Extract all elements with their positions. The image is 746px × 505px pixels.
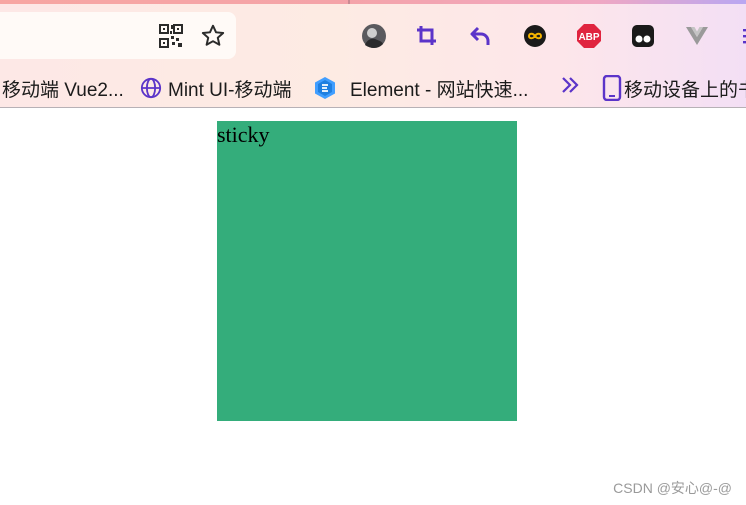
undo-arrow-icon[interactable] bbox=[466, 21, 496, 51]
vue-devtools-icon[interactable] bbox=[682, 21, 712, 51]
bookmark-label: Mint UI-移动端 bbox=[168, 79, 292, 101]
tab-strip bbox=[0, 0, 746, 4]
sticky-box: sticky bbox=[217, 121, 517, 421]
bookmark-element[interactable]: Element - 网站快速... bbox=[314, 70, 528, 106]
bookmark-star-icon[interactable] bbox=[198, 21, 228, 51]
avatar[interactable] bbox=[359, 21, 389, 51]
bookmark-label: 移动设备上的书 bbox=[624, 79, 746, 101]
crop-icon[interactable] bbox=[412, 21, 442, 51]
bookmark-mint-ui[interactable]: Mint UI-移动端 bbox=[140, 70, 292, 106]
more-bookmarks-chevron[interactable] bbox=[558, 70, 582, 106]
qr-code-icon[interactable] bbox=[156, 21, 186, 51]
csdn-watermark: CSDN @安心@-@ bbox=[613, 480, 732, 496]
script-manager-icon[interactable] bbox=[628, 21, 658, 51]
globe-icon bbox=[140, 77, 162, 99]
bookmark-label: 移动端 Vue2... bbox=[2, 79, 124, 101]
menu-icon[interactable] bbox=[734, 21, 746, 51]
tab-divider bbox=[348, 0, 350, 4]
bookmark-mobile-books[interactable]: 移动设备上的书 bbox=[602, 70, 746, 106]
mobile-device-icon bbox=[602, 75, 622, 101]
bookmarks-bar: 移动端 Vue2... Mint UI-移动端 Element - 网站快速..… bbox=[0, 70, 746, 106]
adblock-plus-icon[interactable]: ABP bbox=[574, 21, 604, 51]
element-logo-icon bbox=[314, 76, 336, 100]
browser-chrome: ABP 移动端 Vue2... Mint UI-移动端 Element - 网站… bbox=[0, 0, 746, 108]
sticky-label: sticky bbox=[217, 122, 270, 147]
bookmark-vue2-mobile[interactable]: 移动端 Vue2... bbox=[2, 70, 124, 106]
bookmark-label: Element - 网站快速... bbox=[350, 79, 529, 101]
abp-label: ABP bbox=[578, 32, 599, 43]
double-chevron-right-icon bbox=[558, 73, 582, 103]
infinity-extension-icon[interactable] bbox=[520, 21, 550, 51]
